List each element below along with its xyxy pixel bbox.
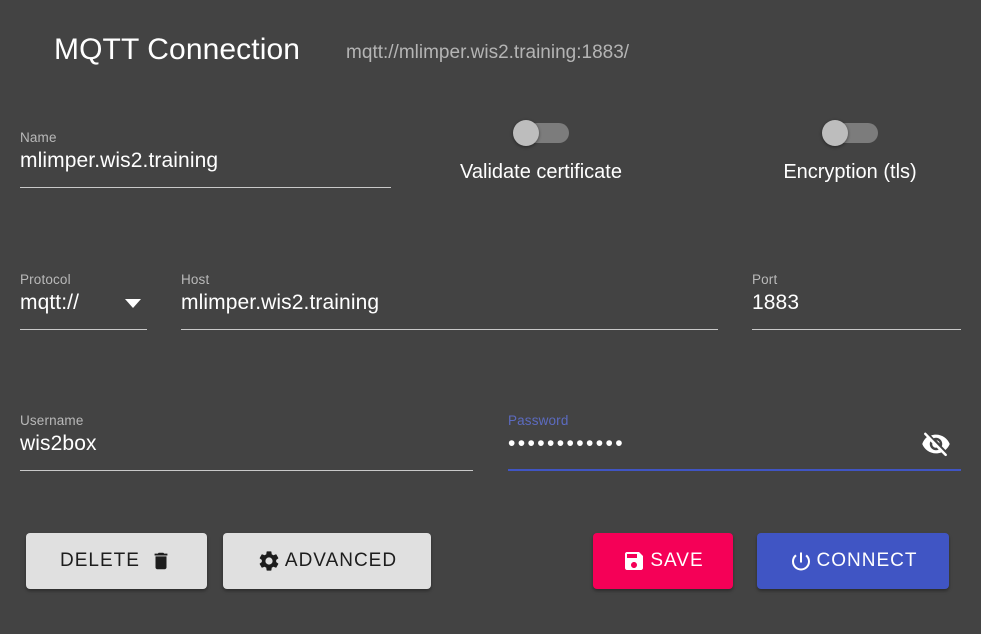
- password-input-row[interactable]: ••••••••••••: [508, 429, 961, 459]
- mqtt-connection-panel: MQTT Connection mqtt://mlimper.wis2.trai…: [0, 0, 981, 634]
- panel-header: MQTT Connection mqtt://mlimper.wis2.trai…: [0, 0, 981, 100]
- save-button[interactable]: SAVE: [593, 533, 733, 589]
- encryption-tls-label: Encryption (tls): [783, 161, 917, 183]
- connect-button[interactable]: CONNECT: [757, 533, 949, 589]
- gear-icon: [257, 549, 281, 573]
- port-label: Port: [752, 272, 778, 287]
- port-field[interactable]: Port 1883: [752, 272, 961, 330]
- encryption-tls-toggle-group[interactable]: Encryption (tls): [775, 120, 925, 184]
- name-field[interactable]: Name mlimper.wis2.training: [20, 130, 391, 188]
- connection-url: mqtt://mlimper.wis2.training:1883/: [346, 41, 630, 63]
- username-underline: [20, 470, 473, 471]
- delete-button-label: DELETE: [60, 550, 140, 571]
- trash-icon: [149, 549, 173, 573]
- toggle-knob: [513, 120, 539, 146]
- username-field[interactable]: Username wis2box: [20, 413, 473, 471]
- connect-button-label: CONNECT: [816, 550, 918, 571]
- protocol-underline: [20, 329, 147, 330]
- password-input[interactable]: ••••••••••••: [508, 429, 625, 459]
- protocol-field[interactable]: Protocol mqtt://: [20, 272, 147, 330]
- chevron-down-icon[interactable]: [125, 298, 141, 308]
- username-label: Username: [20, 413, 84, 428]
- save-button-label: SAVE: [650, 550, 704, 571]
- toggle-knob: [822, 120, 848, 146]
- host-label: Host: [181, 272, 210, 287]
- name-underline: [20, 187, 391, 188]
- protocol-selected-value: mqtt://: [20, 291, 80, 314]
- validate-certificate-toggle[interactable]: [513, 120, 569, 146]
- power-icon: [789, 549, 813, 573]
- action-button-bar: DELETE ADVANCED SAVE CONNECT: [0, 533, 981, 589]
- delete-button[interactable]: DELETE: [26, 533, 207, 589]
- password-underline: [508, 469, 961, 471]
- password-field[interactable]: Password ••••••••••••: [508, 413, 961, 471]
- password-label: Password: [508, 413, 569, 428]
- encryption-tls-toggle[interactable]: [822, 120, 878, 146]
- protocol-select[interactable]: mqtt://: [20, 288, 147, 318]
- advanced-button-label: ADVANCED: [284, 550, 398, 571]
- protocol-label: Protocol: [20, 272, 71, 287]
- port-underline: [752, 329, 961, 330]
- validate-certificate-toggle-group[interactable]: Validate certificate: [452, 120, 630, 184]
- host-field[interactable]: Host mlimper.wis2.training: [181, 272, 718, 330]
- validate-certificate-label: Validate certificate: [460, 161, 622, 183]
- eye-off-icon[interactable]: [921, 429, 951, 459]
- port-input[interactable]: 1883: [752, 288, 961, 318]
- advanced-button[interactable]: ADVANCED: [223, 533, 431, 589]
- host-underline: [181, 329, 718, 330]
- host-input[interactable]: mlimper.wis2.training: [181, 288, 718, 318]
- page-title: MQTT Connection: [54, 33, 301, 66]
- name-label: Name: [20, 130, 57, 145]
- floppy-disk-icon: [622, 549, 646, 573]
- username-input[interactable]: wis2box: [20, 429, 473, 459]
- name-input[interactable]: mlimper.wis2.training: [20, 146, 391, 176]
